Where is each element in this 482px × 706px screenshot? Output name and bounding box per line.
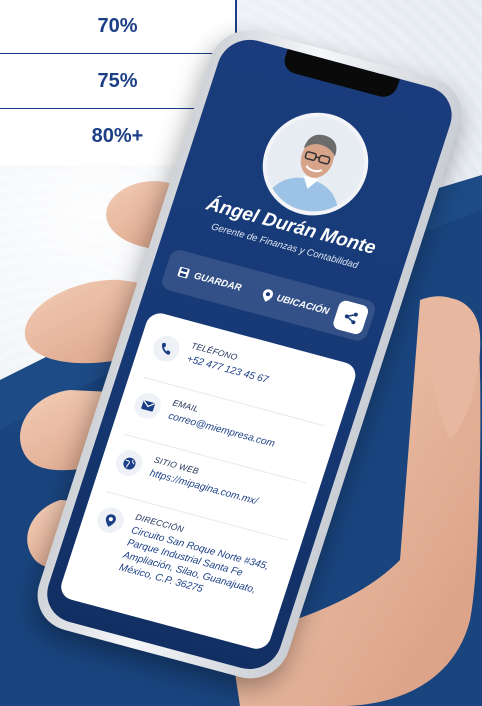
globe-icon (112, 447, 146, 479)
address-value: Circuito San Roque Norte #345, Parque In… (117, 524, 288, 615)
location-button-label: UBICACIÓN (275, 292, 331, 317)
share-icon (344, 312, 358, 325)
share-button[interactable] (331, 299, 370, 336)
avatar (249, 101, 382, 228)
phone-icon (149, 332, 183, 365)
save-button[interactable]: GUARDAR (176, 265, 243, 293)
phone-value: +52 477 123 45 67 (185, 353, 270, 386)
location-button[interactable]: UBICACIÓN (260, 288, 331, 318)
person-photo-icon (254, 105, 377, 223)
save-button-label: GUARDAR (192, 270, 243, 294)
location-pin-icon (262, 288, 273, 302)
email-value: correo@miempresa.com (166, 410, 277, 450)
save-icon (177, 266, 190, 279)
envelope-icon (131, 390, 165, 422)
website-value: https://mipagina.com.mx/ (148, 467, 260, 508)
location-pin-icon (93, 504, 128, 536)
